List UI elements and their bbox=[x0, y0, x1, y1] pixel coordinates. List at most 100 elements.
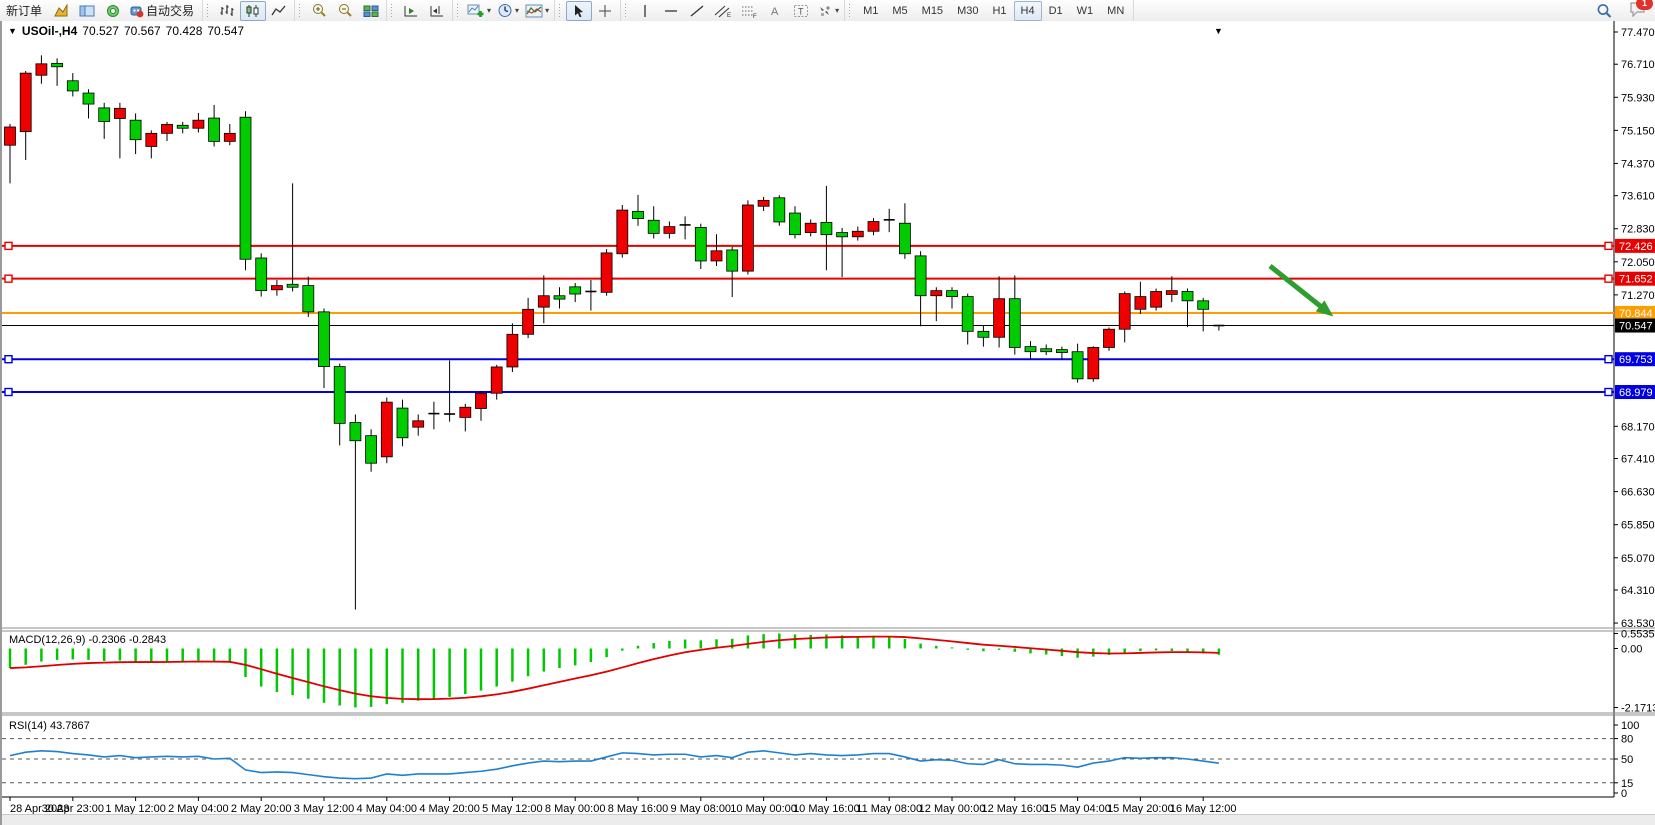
autotrading-button[interactable]: 自动交易 bbox=[126, 1, 200, 21]
candle-body bbox=[83, 93, 94, 104]
toolbar-group-scroll bbox=[396, 0, 453, 21]
candle-body bbox=[476, 393, 487, 408]
periods-button[interactable]: ▾ bbox=[494, 1, 522, 21]
indicators-button[interactable]: ▾ bbox=[464, 1, 494, 21]
rsi-tick-label: 0 bbox=[1621, 788, 1627, 800]
macd-tick-label: -2.1713 bbox=[1621, 702, 1655, 714]
candle-body bbox=[99, 108, 110, 122]
navigator-icon[interactable] bbox=[74, 1, 100, 21]
hline-handle[interactable] bbox=[5, 389, 12, 396]
hline-handle[interactable] bbox=[5, 275, 12, 282]
price-tick-label: 75.150 bbox=[1621, 125, 1655, 137]
candle-body bbox=[36, 64, 47, 75]
last-bar-marker-icon: ▼ bbox=[1214, 26, 1223, 36]
candle-body bbox=[271, 286, 282, 290]
timeframe-button-mn[interactable]: MN bbox=[1100, 1, 1131, 21]
autotrading-label: 自动交易 bbox=[146, 2, 194, 19]
toolbar-group-trade: 新订单 自动交易 bbox=[0, 0, 203, 21]
market-watch-icon[interactable] bbox=[48, 1, 74, 21]
candlestick-chart-button[interactable] bbox=[240, 1, 266, 21]
timeframe-button-w1[interactable]: W1 bbox=[1070, 1, 1101, 21]
notifications-button[interactable]: 1 bbox=[1629, 1, 1647, 20]
hline-handle[interactable] bbox=[5, 242, 12, 249]
toolbar-group-cursor bbox=[564, 0, 621, 21]
auto-scroll-button[interactable] bbox=[398, 1, 424, 21]
horizontal-line-button[interactable] bbox=[658, 1, 684, 21]
timeframe-button-m30[interactable]: M30 bbox=[950, 1, 985, 21]
price-tick-label: 76.710 bbox=[1621, 59, 1655, 71]
macd-signal-line bbox=[10, 637, 1219, 700]
window-bottom-edge bbox=[2, 814, 1655, 825]
candle-body bbox=[381, 402, 392, 457]
candle-body bbox=[287, 284, 298, 287]
badge-handle[interactable] bbox=[1605, 389, 1612, 396]
rsi-tick-label: 100 bbox=[1621, 720, 1639, 732]
candle-body bbox=[193, 120, 204, 128]
candle-body bbox=[1104, 329, 1115, 347]
hline-handle[interactable] bbox=[5, 356, 12, 363]
toolbar-grip[interactable] bbox=[557, 4, 561, 18]
arrows-button[interactable]: ▾ bbox=[814, 1, 842, 21]
price-tick-label: 71.270 bbox=[1621, 290, 1655, 302]
toolbar-grip[interactable] bbox=[389, 4, 393, 18]
candle-body bbox=[899, 223, 910, 254]
tile-windows-button[interactable] bbox=[358, 1, 384, 21]
fibonacci-button[interactable]: F bbox=[736, 1, 762, 21]
candle-body bbox=[633, 211, 644, 218]
text-label-button[interactable]: T bbox=[788, 1, 814, 21]
cursor-button[interactable] bbox=[566, 1, 592, 21]
zoom-in-button[interactable] bbox=[306, 1, 332, 21]
trendline-button[interactable] bbox=[684, 1, 710, 21]
trend-arrow-annotation[interactable] bbox=[1270, 266, 1324, 309]
chart-header: ▼ USOil-,H4 70.527 70.567 70.428 70.547 bbox=[8, 24, 244, 38]
svg-text:A: A bbox=[771, 6, 779, 18]
candle-body bbox=[114, 108, 125, 118]
terminal-icon[interactable] bbox=[100, 1, 126, 21]
candle-body bbox=[648, 220, 659, 233]
candle-body bbox=[1119, 294, 1130, 330]
crosshair-button[interactable] bbox=[592, 1, 618, 21]
search-icon[interactable] bbox=[1591, 1, 1617, 21]
new-order-button[interactable]: 新订单 bbox=[2, 1, 48, 21]
badge-handle[interactable] bbox=[1605, 242, 1612, 249]
badge-handle[interactable] bbox=[1605, 275, 1612, 282]
svg-text:T: T bbox=[798, 6, 804, 16]
zoom-out-button[interactable] bbox=[332, 1, 358, 21]
candle-body bbox=[209, 118, 220, 141]
price-tick-label: 74.370 bbox=[1621, 158, 1655, 170]
bar-chart-button[interactable] bbox=[214, 1, 240, 21]
timeframe-button-m5[interactable]: M5 bbox=[885, 1, 914, 21]
channel-button[interactable]: E bbox=[710, 1, 736, 21]
chart-canvas[interactable]: ▼77.47076.71075.93075.15074.37073.61072.… bbox=[2, 21, 1655, 825]
candle-body bbox=[1056, 350, 1067, 353]
candle-body bbox=[491, 367, 502, 393]
timeframe-button-m15[interactable]: M15 bbox=[915, 1, 950, 21]
timeframe-button-d1[interactable]: D1 bbox=[1042, 1, 1070, 21]
price-badge-label: 72.426 bbox=[1619, 241, 1653, 253]
timeframe-button-m1[interactable]: M1 bbox=[856, 1, 885, 21]
toolbar-grip[interactable] bbox=[455, 4, 459, 18]
toolbar-grip[interactable] bbox=[205, 4, 209, 18]
candle-body bbox=[397, 408, 408, 438]
timeframe-button-h4[interactable]: H4 bbox=[1014, 1, 1042, 21]
collapse-triangle-icon[interactable]: ▼ bbox=[8, 26, 17, 36]
toolbar-grip[interactable] bbox=[297, 4, 301, 18]
badge-handle[interactable] bbox=[1605, 356, 1612, 363]
line-chart-button[interactable] bbox=[266, 1, 292, 21]
vertical-line-button[interactable] bbox=[632, 1, 658, 21]
templates-button[interactable]: ▾ bbox=[522, 1, 552, 21]
toolbar-grip[interactable] bbox=[847, 4, 851, 18]
rsi-line bbox=[10, 751, 1219, 779]
candle-body bbox=[727, 250, 738, 271]
toolbar-group-setup: ▾ ▾ ▾ bbox=[462, 0, 555, 21]
timeframe-button-h1[interactable]: H1 bbox=[985, 1, 1013, 21]
chevron-down-icon: ▾ bbox=[835, 6, 839, 15]
candle-body bbox=[601, 253, 612, 292]
candle-body bbox=[177, 125, 188, 128]
toolbar-grip[interactable] bbox=[623, 4, 627, 18]
ohlc-high: 70.567 bbox=[124, 24, 161, 38]
candle-body bbox=[413, 421, 424, 427]
candle-body bbox=[852, 231, 863, 237]
chart-shift-button[interactable] bbox=[424, 1, 450, 21]
text-button[interactable]: A bbox=[762, 1, 788, 21]
